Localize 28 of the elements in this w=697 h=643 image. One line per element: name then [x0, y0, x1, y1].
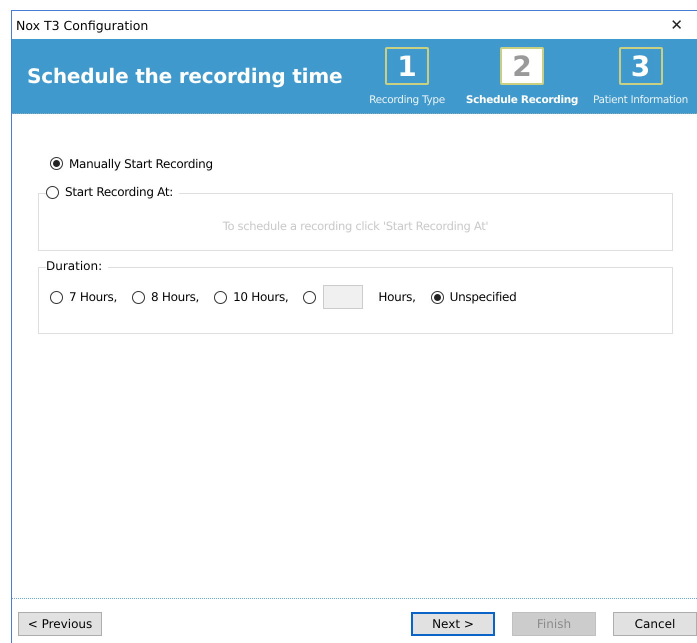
radio-label: 7 Hours, [69, 290, 118, 304]
radio-button[interactable] [214, 290, 228, 304]
radio-button[interactable] [46, 186, 59, 198]
radio-label: Start Recording At: [65, 185, 174, 199]
step-label: Patient Information [593, 94, 688, 106]
hours-label: Hours, [378, 290, 416, 304]
wizard-button[interactable]: Next > [411, 612, 495, 636]
radio-button[interactable] [430, 290, 444, 304]
step-number: 1 [385, 47, 429, 85]
window-title: Nox T3 Configuration [16, 18, 148, 32]
page-title: Schedule the recording time [27, 64, 344, 88]
radio-label: Manually Start Recording [69, 156, 213, 170]
step-label: Recording Type [369, 94, 445, 106]
step-number: 2 [500, 47, 544, 85]
group-label: Duration: [46, 259, 102, 273]
radio-label: 10 Hours, [233, 290, 288, 304]
step-label: Schedule Recording [466, 94, 578, 106]
hours-field[interactable] [323, 285, 364, 309]
radio-label: Unspecified [450, 290, 516, 304]
radio-label: 8 Hours, [151, 290, 200, 304]
step-number: 3 [618, 47, 662, 85]
radio-button[interactable] [132, 290, 146, 304]
radio-button[interactable] [50, 290, 63, 304]
close-icon[interactable]: ✕ [670, 16, 683, 34]
radio-button[interactable] [303, 290, 316, 304]
wizard-button[interactable]: Cancel [613, 612, 697, 636]
wizard-button[interactable]: < Previous [18, 612, 102, 636]
radio-button[interactable] [50, 157, 63, 170]
